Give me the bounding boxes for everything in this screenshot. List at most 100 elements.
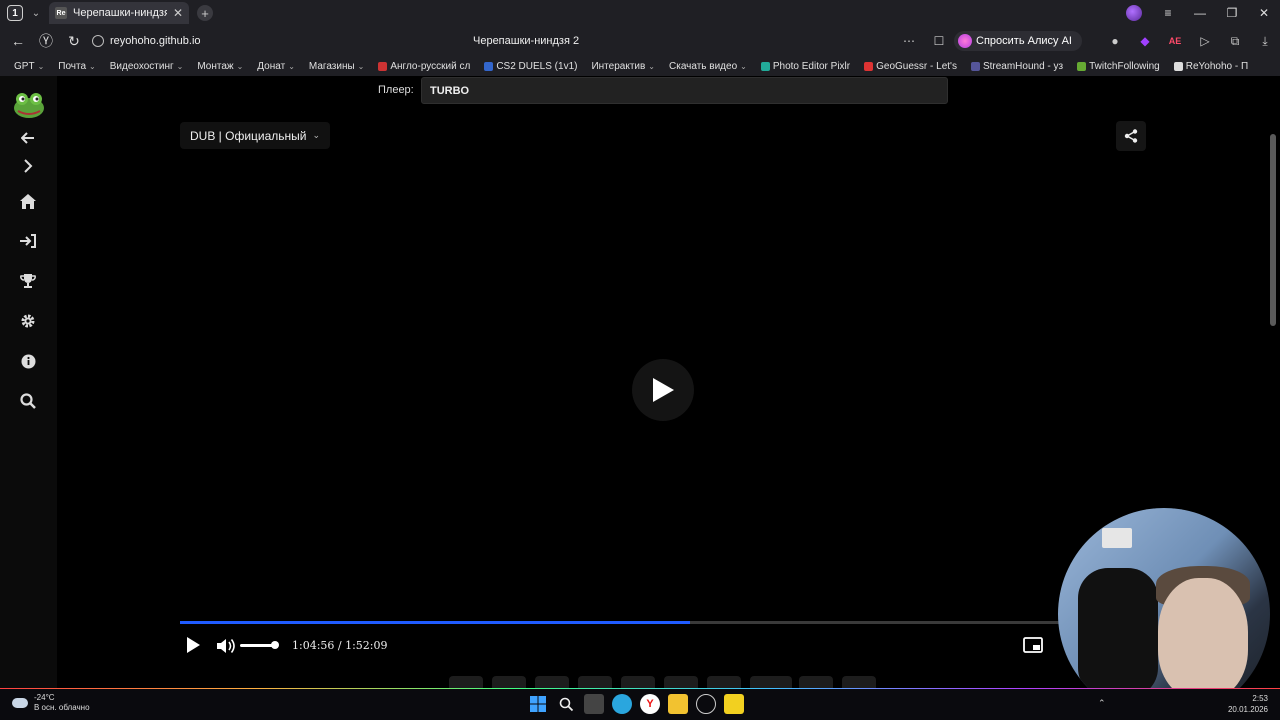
more-icon[interactable]: ⋯ [894,34,924,48]
frog-logo-icon[interactable] [12,90,46,120]
tray-expand-icon[interactable]: ⌃ [1098,698,1106,709]
restore-button[interactable]: ❐ [1216,6,1248,20]
extension-twitch-icon[interactable]: ◆ [1130,34,1160,48]
bookmark-label: Скачать видео [669,60,738,72]
menu-icon[interactable]: ≡ [1152,6,1184,20]
site-info-icon[interactable] [92,35,104,47]
back-arrow-icon[interactable] [18,128,38,148]
back-button[interactable]: ← [4,33,32,49]
bookmark-item[interactable]: ReYohoho - П [1173,61,1248,72]
share-button[interactable] [1116,121,1146,151]
play-icon [653,378,674,402]
bookmark-label: Монтаж [197,60,234,72]
taskbar-search-icon[interactable] [556,694,576,714]
bookmark-item[interactable]: GPT ⌄ [14,61,44,72]
bookmark-item[interactable]: Интерактив ⌄ [591,61,655,72]
active-tab[interactable]: Re Черепашки-ниндзя 2 ✕ [49,2,189,24]
alice-orb-icon[interactable] [1126,5,1142,21]
bookmark-item[interactable]: Англо-русский сл [378,61,470,72]
share-icon [1124,129,1138,143]
bookmark-item[interactable]: Магазины ⌄ [309,61,364,72]
task-view-icon[interactable] [584,694,604,714]
bookmark-item[interactable]: Монтаж ⌄ [197,61,243,72]
toolbar-icon-4[interactable] [578,676,612,688]
clock-date: 20.01.2026 [1227,705,1268,714]
file-explorer-icon[interactable] [668,694,688,714]
page-scrollbar[interactable] [1270,134,1276,326]
bookmark-favicon-icon [864,61,874,71]
ask-alice-button[interactable]: Спросить Алису AI [954,31,1082,51]
bookmark-favicon-icon [378,61,388,71]
login-icon[interactable] [18,231,38,251]
app-icon[interactable] [724,694,744,714]
new-tab-button[interactable]: + [197,5,213,21]
trophy-icon[interactable] [18,271,38,291]
toolbar-icon-7[interactable] [707,676,741,688]
chevron-down-icon: ⌄ [89,61,96,71]
toolbar-icon-1[interactable] [449,676,483,688]
chevron-down-icon: ⌄ [288,61,295,71]
tabs-dropdown-icon[interactable]: ⌄ [29,8,43,19]
bookmark-item[interactable]: Видеохостинг ⌄ [110,61,184,72]
bookmark-item[interactable]: Почта ⌄ [58,61,95,72]
play-pause-button[interactable] [184,636,202,654]
bookmark-icon[interactable]: ☐ [924,34,954,48]
steam-icon[interactable] [696,694,716,714]
picture-in-picture-button[interactable] [1023,637,1043,653]
extension-orb-icon[interactable]: ● [1100,34,1130,48]
dub-select-button[interactable]: DUB | Официальный ⌄ [180,122,331,149]
tab-close-icon[interactable]: ✕ [173,6,183,20]
telegram-icon[interactable] [612,694,632,714]
progress-fill [180,621,690,624]
extension-ae-icon[interactable]: AE [1160,36,1190,46]
toolbar-icon-9[interactable] [799,676,833,688]
player-label: Плеер: [378,84,414,96]
windows-start-icon[interactable] [528,694,548,714]
progress-bar[interactable] [180,621,1060,624]
address-bar-actions: ⋯ ☐ Спросить Алису AI ● ◆ AE ▷ ⧉ ⤓ [894,26,1280,56]
page-title: Черепашки-ниндзя 2 [473,35,580,47]
chevron-down-icon: ⌄ [176,61,184,71]
volume-knob[interactable] [271,641,279,649]
toolbar-icon-6[interactable] [664,676,698,688]
bookmark-label: StreamHound - уз [982,60,1064,72]
bookmark-item[interactable]: GeoGuessr - Let's [864,61,957,72]
big-play-button[interactable] [632,359,694,421]
weather-widget[interactable]: -24°C В осн. облачно [12,693,90,713]
bookmark-item[interactable]: Донат ⌄ [257,61,295,72]
search-icon[interactable] [18,391,38,411]
forward-chevron-icon[interactable] [18,156,38,176]
reload-button[interactable]: ↻ [60,33,88,50]
bookmark-label: Донат [257,60,286,72]
close-window-button[interactable]: ✕ [1248,6,1280,20]
download-icon[interactable]: ⤓ [1250,34,1280,49]
bookmark-item[interactable]: CS2 DUELS (1v1) [484,61,577,72]
toolbar-icon-10[interactable] [842,676,876,688]
bookmark-label: CS2 DUELS (1v1) [496,60,578,72]
toolbar-icon-3[interactable] [535,676,569,688]
toolbar-icon-5[interactable] [621,676,655,688]
url-field[interactable]: reyohoho.github.io [92,35,201,47]
bookmark-item[interactable]: Скачать видео ⌄ [669,61,747,72]
yandex-browser-icon[interactable]: Y [640,694,660,714]
bookmark-item[interactable]: Photo Editor Pixlr [760,61,850,72]
chevron-down-icon: ⌄ [740,61,747,71]
settings-gear-icon[interactable] [18,311,38,331]
chevron-down-icon: ⌄ [37,61,45,71]
yandex-icon[interactable]: Ⓨ [32,31,60,51]
toolbar-icon-8[interactable] [750,676,792,688]
cloud-icon [12,698,28,708]
volume-icon[interactable] [216,637,236,655]
minimize-button[interactable]: — [1184,6,1216,20]
bookmark-label: Англо-русский сл [390,60,471,72]
extension-player-icon[interactable]: ▷ [1190,34,1220,48]
player-select[interactable]: TURBO [421,77,948,104]
bookmark-item[interactable]: StreamHound - уз [970,60,1064,72]
home-icon[interactable] [18,191,38,211]
info-icon[interactable] [18,351,38,371]
extensions-icon[interactable]: ⧉ [1220,34,1250,49]
tab-counter[interactable]: 1 [7,5,23,21]
toolbar-icon-2[interactable] [492,676,526,688]
bookmark-item[interactable]: TwitchFollowing [1077,61,1160,72]
taskbar-clock[interactable]: 2:53 20.01.2026 [1228,693,1268,715]
